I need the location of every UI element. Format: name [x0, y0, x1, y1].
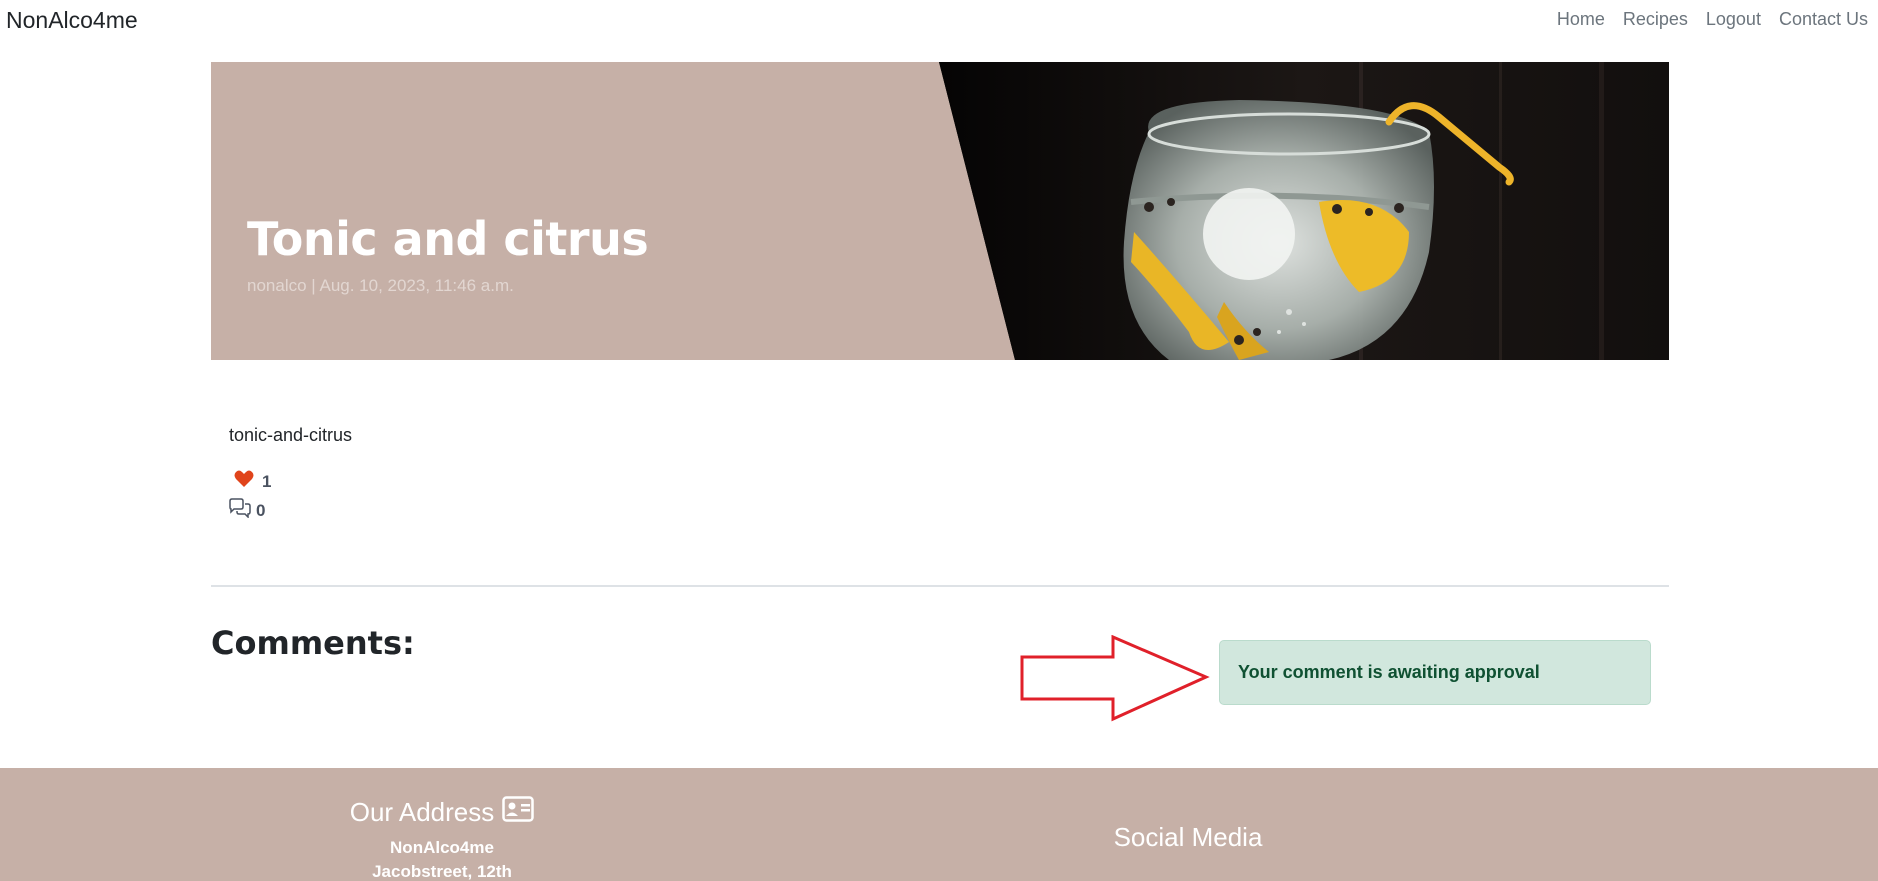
id-card-icon	[502, 796, 534, 829]
address-heading-text: Our Address	[349, 797, 495, 827]
nav-recipes-link[interactable]: Recipes	[1623, 9, 1688, 30]
nav-contact-link[interactable]: Contact Us	[1779, 9, 1868, 30]
red-arrow-annotation	[1020, 634, 1210, 730]
nav-links: Home Recipes Logout Contact Us	[1539, 9, 1868, 30]
comment-counter: 0	[228, 498, 265, 523]
heart-icon[interactable]	[234, 470, 254, 493]
comment-count: 0	[256, 500, 266, 520]
like-counter[interactable]: 1	[234, 470, 271, 493]
speech-bubbles-icon	[228, 498, 252, 523]
address-heading: Our Address	[300, 796, 584, 829]
navbar: NonAlco4me Home Recipes Logout Contact U…	[0, 0, 1878, 40]
comment-pending-alert: Your comment is awaiting approval	[1219, 640, 1651, 705]
footer-social: Social Media	[1050, 822, 1326, 853]
address-line-name: NonAlco4me	[390, 838, 494, 857]
social-heading: Social Media	[1113, 822, 1263, 852]
nav-home-link[interactable]: Home	[1557, 9, 1605, 30]
gin-tonic-glass-image	[939, 62, 1669, 360]
nav-logout-link[interactable]: Logout	[1706, 9, 1761, 30]
footer-address: Our Address NonAlco4me Jacobstreet, 12th	[300, 768, 584, 881]
brand-link[interactable]: NonAlco4me	[6, 7, 138, 34]
post-hero-banner: Tonic and citrus nonalco | Aug. 10, 2023…	[211, 62, 1669, 360]
post-meta: nonalco | Aug. 10, 2023, 11:46 a.m.	[247, 276, 514, 295]
alert-message: Your comment is awaiting approval	[1238, 662, 1540, 682]
post-title: Tonic and citrus	[247, 212, 649, 266]
comments-heading: Comments:	[211, 624, 415, 662]
post-slug-text: tonic-and-citrus	[229, 425, 353, 445]
footer: Our Address NonAlco4me Jacobstreet, 12th…	[0, 768, 1878, 881]
like-count: 1	[262, 471, 272, 491]
content-divider	[211, 585, 1669, 587]
address-line-street: Jacobstreet, 12th	[372, 862, 512, 881]
